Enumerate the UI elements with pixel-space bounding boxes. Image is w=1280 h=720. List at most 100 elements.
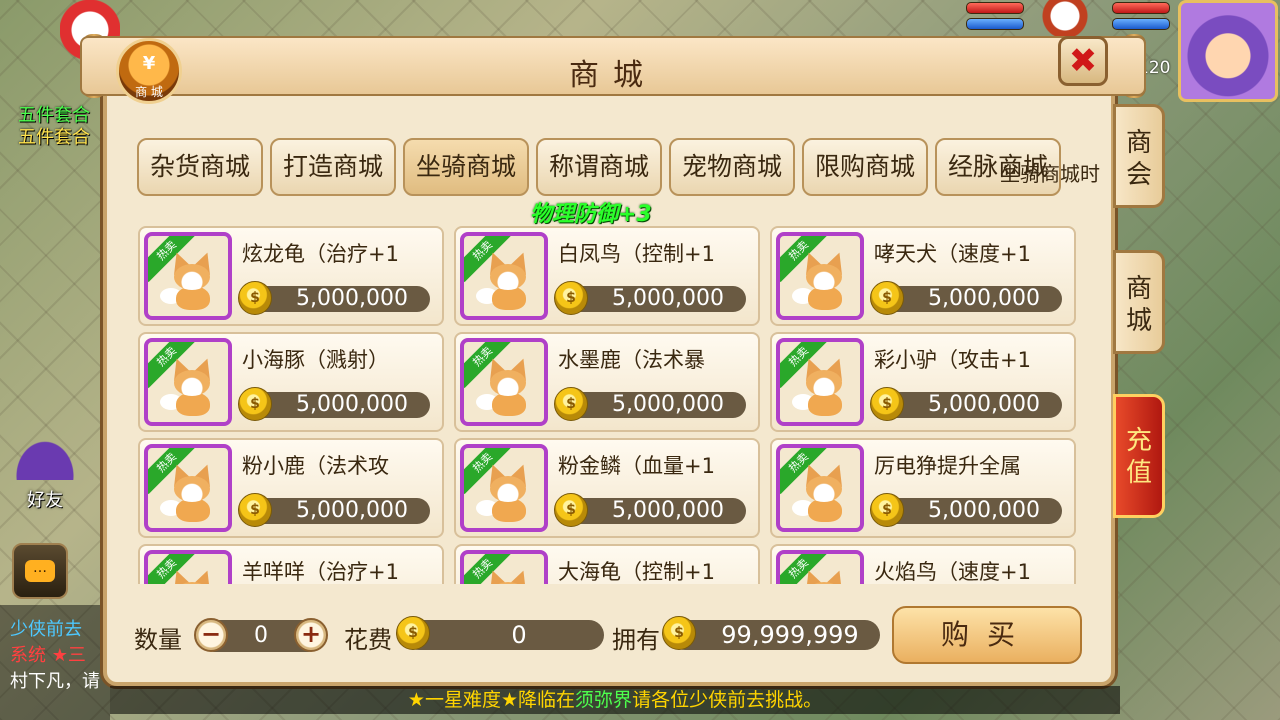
tab-mounts[interactable]: 坐骑商城	[403, 138, 529, 196]
item-name: 炫龙龟（治疗+1	[242, 242, 399, 266]
shop-item-card[interactable]: 热卖羊咩咩（治疗+1$5,000,000	[138, 544, 444, 584]
announcement-place: 须弥界	[575, 689, 633, 711]
shop-title-bar: 商城	[80, 36, 1146, 96]
mp-bar	[966, 18, 1024, 30]
chat-bubble-icon: …	[25, 560, 55, 582]
gold-coin-icon: $	[870, 281, 904, 315]
tab-crafting[interactable]: 打造商城	[270, 138, 396, 196]
item-name: 厉电狰提升全属	[874, 454, 1021, 478]
item-name: 彩小驴（攻击+1	[874, 348, 1031, 372]
friends-button[interactable]: 好友	[12, 440, 78, 514]
buff-popup-text: 物理防御+3	[530, 202, 652, 227]
item-name: 白凤鸟（控制+1	[558, 242, 715, 266]
item-icon-frame: 热卖	[776, 338, 864, 426]
shop-item-card[interactable]: 热卖大海龟（控制+1$5,000,000	[454, 544, 760, 584]
item-icon-frame: 热卖	[776, 550, 864, 584]
owned-label: 拥有	[612, 626, 660, 654]
pet-mp-bar	[1112, 18, 1170, 30]
item-name: 粉金鳞（血量+1	[558, 454, 715, 478]
item-icon-frame: 热卖	[776, 444, 864, 532]
set-bonus-text: 五件套合	[18, 127, 90, 148]
shop-item-card[interactable]: 热卖 哮天犬（速度+1 $5,000,000	[770, 226, 1076, 326]
owned-value: 99,999,999	[721, 621, 859, 649]
tab-limited[interactable]: 限购商城	[802, 138, 928, 196]
item-price-field: $5,000,000	[238, 387, 430, 421]
pet-status-bars	[1112, 2, 1170, 34]
shop-item-card[interactable]: 热卖火焰鸟（速度+1$5,000,000	[770, 544, 1076, 584]
fox-pet-icon	[798, 567, 850, 584]
item-icon-frame: 热卖	[460, 444, 548, 532]
fox-pet-icon	[792, 355, 850, 416]
shop-item-card[interactable]: 热卖 粉金鳞（血量+1 $5,000,000	[454, 438, 760, 538]
fox-pet-icon	[482, 567, 534, 584]
item-icon-frame: 热卖	[460, 338, 548, 426]
item-price: 5,000,000	[296, 392, 408, 417]
pet-portrait[interactable]	[1030, 0, 1100, 40]
item-price-field: $5,000,000	[870, 493, 1062, 527]
quantity-value[interactable]: 0	[238, 620, 284, 652]
shop-icon-label: 商 城	[135, 85, 163, 99]
tab-overflow-text: 坐骑商城时	[1000, 162, 1100, 186]
item-price: 5,000,000	[612, 392, 724, 417]
announcement-text: 请各位少侠前去挑战。	[632, 689, 823, 711]
fox-pet-icon	[476, 461, 534, 522]
side-tab-recharge[interactable]: 充值	[1113, 394, 1165, 518]
gold-coin-icon: $	[554, 387, 588, 421]
item-price: 5,000,000	[928, 286, 1040, 311]
fox-pet-icon	[160, 461, 218, 522]
item-icon-frame: 热卖	[776, 232, 864, 320]
shop-bag-icon: ¥ 商 城	[116, 38, 182, 104]
fox-pet-icon	[160, 355, 218, 416]
item-icon-frame: 热卖	[144, 338, 232, 426]
tab-titles[interactable]: 称谓商城	[536, 138, 662, 196]
item-name: 羊咩咩（治疗+1	[242, 560, 399, 584]
item-name: 小海豚（溅射）	[242, 348, 389, 372]
shop-item-card[interactable]: 热卖 彩小驴（攻击+1 $5,000,000	[770, 332, 1076, 432]
player-avatar[interactable]	[1178, 0, 1278, 102]
chat-button[interactable]: …	[12, 543, 68, 599]
quantity-stepper: − 0 +	[194, 618, 328, 652]
yen-icon: ¥	[142, 53, 156, 74]
fox-pet-icon	[166, 567, 218, 584]
chat-panel[interactable]: 少侠前去 系统 ★三 村下凡，请	[0, 605, 110, 720]
shop-item-card[interactable]: 热卖 白凤鸟（控制+1 $5,000,000	[454, 226, 760, 326]
tab-pets[interactable]: 宠物商城	[669, 138, 795, 196]
tab-general[interactable]: 杂货商城	[137, 138, 263, 196]
shop-item-card[interactable]: 热卖 水墨鹿（法术暴 $5,000,000	[454, 332, 760, 432]
item-price-field: $5,000,000	[554, 281, 746, 315]
shop-item-card[interactable]: 热卖 炫龙龟（治疗+1 $5,000,000	[138, 226, 444, 326]
close-button[interactable]: ✖	[1058, 36, 1108, 86]
side-tab-shop[interactable]: 商城	[1113, 250, 1165, 354]
item-icon-frame: 热卖	[144, 232, 232, 320]
item-price: 5,000,000	[928, 392, 1040, 417]
item-price: 5,000,000	[612, 286, 724, 311]
cost-value: 0	[511, 621, 527, 649]
item-name: 大海龟（控制+1	[558, 560, 715, 584]
set-bonus-text: 五件套合	[18, 105, 90, 126]
shop-item-card[interactable]: 热卖 厉电狰提升全属 $5,000,000	[770, 438, 1076, 538]
quantity-plus-button[interactable]: +	[294, 618, 328, 652]
pet-hp-bar	[1112, 2, 1170, 14]
gold-coin-icon: $	[870, 387, 904, 421]
friends-label: 好友	[27, 490, 63, 511]
side-tab-recharge-label: 充值	[1125, 426, 1152, 488]
item-name: 水墨鹿（法术暴	[558, 348, 705, 372]
announcement-text: 降临在	[518, 689, 576, 711]
cost-field: $ 0	[396, 616, 604, 650]
item-icon-frame: 热卖	[144, 444, 232, 532]
buy-button[interactable]: 购买	[892, 606, 1082, 664]
shop-item-card[interactable]: 热卖 小海豚（溅射） $5,000,000	[138, 332, 444, 432]
chat-line: 村下凡，请	[10, 671, 100, 692]
shop-item-card[interactable]: 热卖 粉小鹿（法术攻 $5,000,000	[138, 438, 444, 538]
system-announcement: ★一星难度★降临在须弥界请各位少侠前去挑战。	[110, 686, 1120, 714]
chat-line: 少侠前去	[10, 619, 82, 640]
item-price: 5,000,000	[296, 498, 408, 523]
item-name: 哮天犬（速度+1	[874, 242, 1031, 266]
item-name: 火焰鸟（速度+1	[874, 560, 1031, 584]
item-grid[interactable]: 热卖 炫龙龟（治疗+1 $5,000,000 热卖 白凤鸟（控制+1 $5,000,000…	[138, 226, 1080, 584]
quantity-minus-button[interactable]: −	[194, 618, 228, 652]
fox-pet-icon	[792, 249, 850, 310]
side-tab-guild[interactable]: 商会	[1113, 104, 1165, 208]
friend-hat-icon	[15, 440, 75, 480]
hp-bar	[966, 2, 1024, 14]
